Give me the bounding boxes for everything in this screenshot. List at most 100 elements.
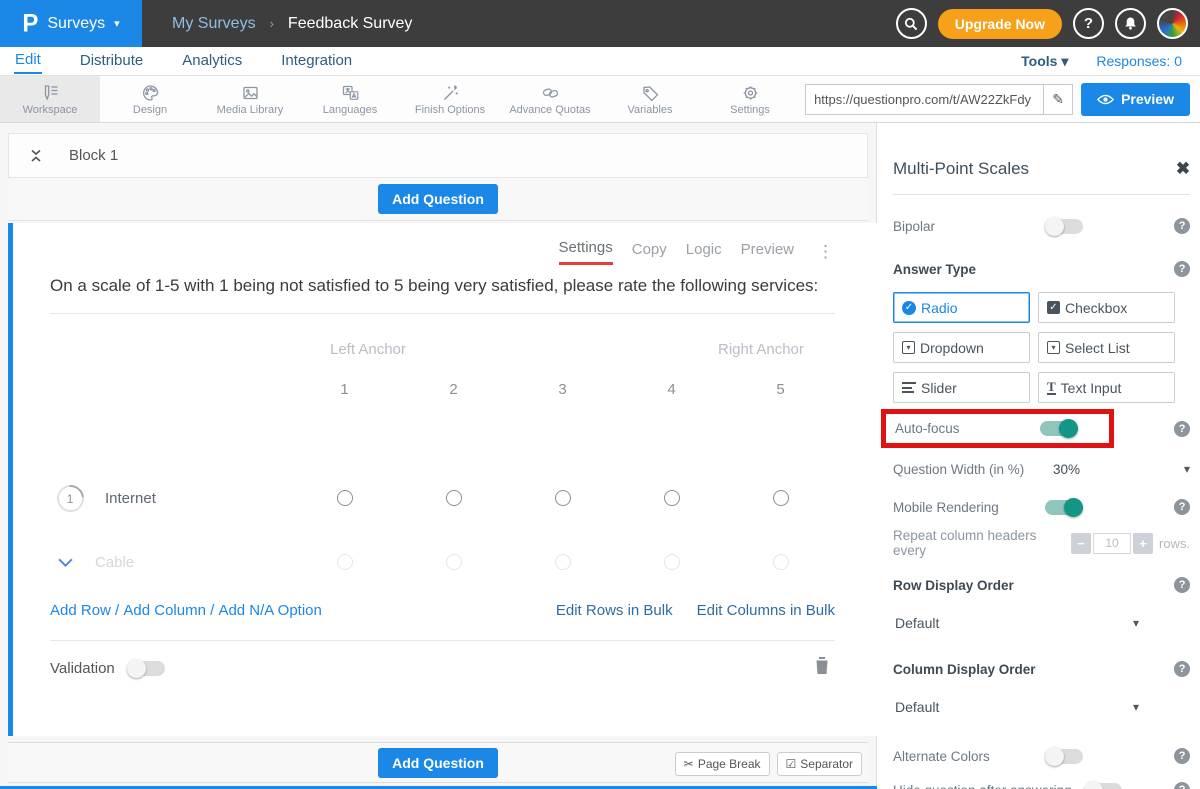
survey-url-input[interactable] — [805, 84, 1043, 115]
column-display-help-icon[interactable]: ? — [1174, 661, 1190, 677]
validation-toggle[interactable] — [127, 661, 165, 676]
toolbar-item-workspace[interactable]: Workspace — [0, 76, 100, 122]
question-width-caret-icon[interactable]: ▾ — [1184, 462, 1190, 476]
mobile-rendering-label: Mobile Rendering — [893, 500, 1045, 515]
toolbar-item-media-library[interactable]: Media Library — [200, 76, 300, 122]
tab-distribute[interactable]: Distribute — [79, 49, 144, 73]
question-tab-copy[interactable]: Copy — [632, 241, 667, 264]
breadcrumb-my-surveys[interactable]: My Surveys — [172, 15, 256, 33]
page-break-button[interactable]: ✂ Page Break — [675, 752, 770, 776]
hide-question-help-icon[interactable]: ? — [1174, 782, 1190, 789]
edit-url-button[interactable]: ✎ — [1043, 84, 1073, 115]
stepper-value[interactable]: 10 — [1093, 533, 1131, 554]
answer-type-text-input[interactable]: T Text Input — [1038, 372, 1175, 403]
row-display-help-icon[interactable]: ? — [1174, 577, 1190, 593]
radio-internet-1[interactable] — [337, 490, 353, 506]
radio-cable-5[interactable] — [773, 554, 789, 570]
delete-question-button[interactable] — [814, 656, 830, 680]
question-tab-settings[interactable]: Settings — [559, 239, 613, 265]
alternate-colors-toggle[interactable] — [1045, 749, 1083, 764]
radio-cable-1[interactable] — [337, 554, 353, 570]
surveys-app-menu[interactable]: P Surveys ▾ — [0, 0, 142, 47]
breadcrumb-current-survey: Feedback Survey — [288, 15, 413, 33]
scale-number-4[interactable]: 4 — [617, 381, 726, 398]
toolbar-item-design[interactable]: Design — [100, 76, 200, 122]
radio-internet-5[interactable] — [773, 490, 789, 506]
alternate-colors-help-icon[interactable]: ? — [1174, 748, 1190, 764]
preview-button[interactable]: Preview — [1081, 83, 1190, 116]
radio-cable-4[interactable] — [664, 554, 680, 570]
row-label-internet[interactable]: Internet — [105, 490, 156, 507]
answer-type-slider[interactable]: Slider — [893, 372, 1030, 403]
tab-edit[interactable]: Edit — [14, 48, 42, 74]
bipolar-help-icon[interactable]: ? — [1174, 218, 1190, 234]
question-tab-logic[interactable]: Logic — [686, 241, 722, 264]
upgrade-now-button[interactable]: Upgrade Now — [938, 9, 1062, 39]
toolbar-item-advance-quotas[interactable]: Advance Quotas — [500, 76, 600, 122]
answer-type-help-icon[interactable]: ? — [1174, 261, 1190, 277]
answer-type-select-list[interactable]: ▾ Select List — [1038, 332, 1175, 363]
right-anchor-input[interactable]: Right Anchor — [718, 341, 804, 358]
row-display-order-select[interactable]: Default ▾ — [893, 612, 1139, 634]
question-width-value[interactable]: 30% — [1053, 462, 1080, 477]
scale-number-2[interactable]: 2 — [399, 381, 508, 398]
toolbar-item-settings[interactable]: Settings — [700, 76, 800, 122]
stepper-minus-button[interactable]: − — [1071, 533, 1091, 554]
toolbar-item-variables[interactable]: Variables — [600, 76, 700, 122]
hide-question-toggle[interactable] — [1084, 783, 1122, 789]
column-display-order-select[interactable]: Default ▾ — [893, 696, 1139, 718]
toolbar-item-languages[interactable]: Languages — [300, 76, 400, 122]
add-row-link[interactable]: Add Row — [50, 602, 111, 619]
question-tab-preview[interactable]: Preview — [741, 241, 794, 264]
edit-columns-in-bulk-link[interactable]: Edit Columns in Bulk — [697, 602, 835, 619]
chevron-down-icon[interactable] — [57, 557, 74, 568]
collapse-block-button[interactable] — [29, 147, 43, 164]
stepper-plus-button[interactable]: + — [1133, 533, 1153, 554]
row-drag-handle[interactable]: 1 — [51, 479, 89, 517]
block-title[interactable]: Block 1 — [69, 147, 118, 164]
row-label-cable[interactable]: Cable — [95, 554, 134, 571]
close-panel-icon[interactable]: ✖ — [1176, 159, 1190, 179]
separator-button[interactable]: ☑ Separator — [777, 752, 862, 776]
add-question-button-bottom[interactable]: Add Question — [378, 748, 498, 778]
collapse-icon — [29, 147, 43, 164]
left-anchor-input[interactable]: Left Anchor — [330, 341, 406, 358]
responses-count-link[interactable]: Responses: 0 — [1096, 53, 1182, 69]
scale-number-5[interactable]: 5 — [726, 381, 835, 398]
auto-focus-toggle[interactable] — [1040, 421, 1078, 436]
help-button[interactable]: ? — [1073, 8, 1104, 39]
mobile-rendering-toggle[interactable] — [1045, 500, 1083, 515]
links-icon — [540, 83, 561, 103]
user-avatar[interactable] — [1157, 8, 1188, 39]
matrix-row-internet: 1 Internet — [50, 466, 835, 530]
mobile-rendering-help-icon[interactable]: ? — [1174, 499, 1190, 515]
scale-number-1[interactable]: 1 — [290, 381, 399, 398]
question-more-menu-icon[interactable]: ⋮ — [817, 242, 835, 262]
survey-nav: Edit Distribute Analytics Integration To… — [0, 47, 1200, 76]
answer-type-checkbox[interactable]: ✓ Checkbox — [1038, 292, 1175, 323]
tab-analytics[interactable]: Analytics — [181, 49, 243, 73]
bipolar-toggle[interactable] — [1045, 219, 1083, 234]
scale-number-3[interactable]: 3 — [508, 381, 617, 398]
add-question-button-top[interactable]: Add Question — [378, 184, 498, 214]
radio-cable-2[interactable] — [446, 554, 462, 570]
toolbar-item-finish-options[interactable]: Finish Options — [400, 76, 500, 122]
answer-type-dropdown[interactable]: ▾ Dropdown — [893, 332, 1030, 363]
select-list-icon: ▾ — [1047, 341, 1060, 354]
radio-internet-3[interactable] — [555, 490, 571, 506]
auto-focus-help-icon[interactable]: ? — [1174, 421, 1190, 437]
radio-internet-2[interactable] — [446, 490, 462, 506]
edit-rows-in-bulk-link[interactable]: Edit Rows in Bulk — [556, 602, 673, 619]
tab-integration[interactable]: Integration — [280, 49, 353, 73]
add-na-option-link[interactable]: Add N/A Option — [218, 602, 321, 619]
add-column-link[interactable]: Add Column — [123, 602, 206, 619]
question-text[interactable]: On a scale of 1-5 with 1 being not satis… — [50, 273, 820, 299]
radio-cable-3[interactable] — [555, 554, 571, 570]
question-divider — [50, 313, 835, 314]
validation-bar: Validation — [50, 640, 835, 680]
search-button[interactable] — [896, 8, 927, 39]
answer-type-radio[interactable]: ✓ Radio — [893, 292, 1030, 323]
notifications-button[interactable] — [1115, 8, 1146, 39]
radio-internet-4[interactable] — [664, 490, 680, 506]
tools-dropdown[interactable]: Tools ▾ — [1021, 53, 1068, 70]
